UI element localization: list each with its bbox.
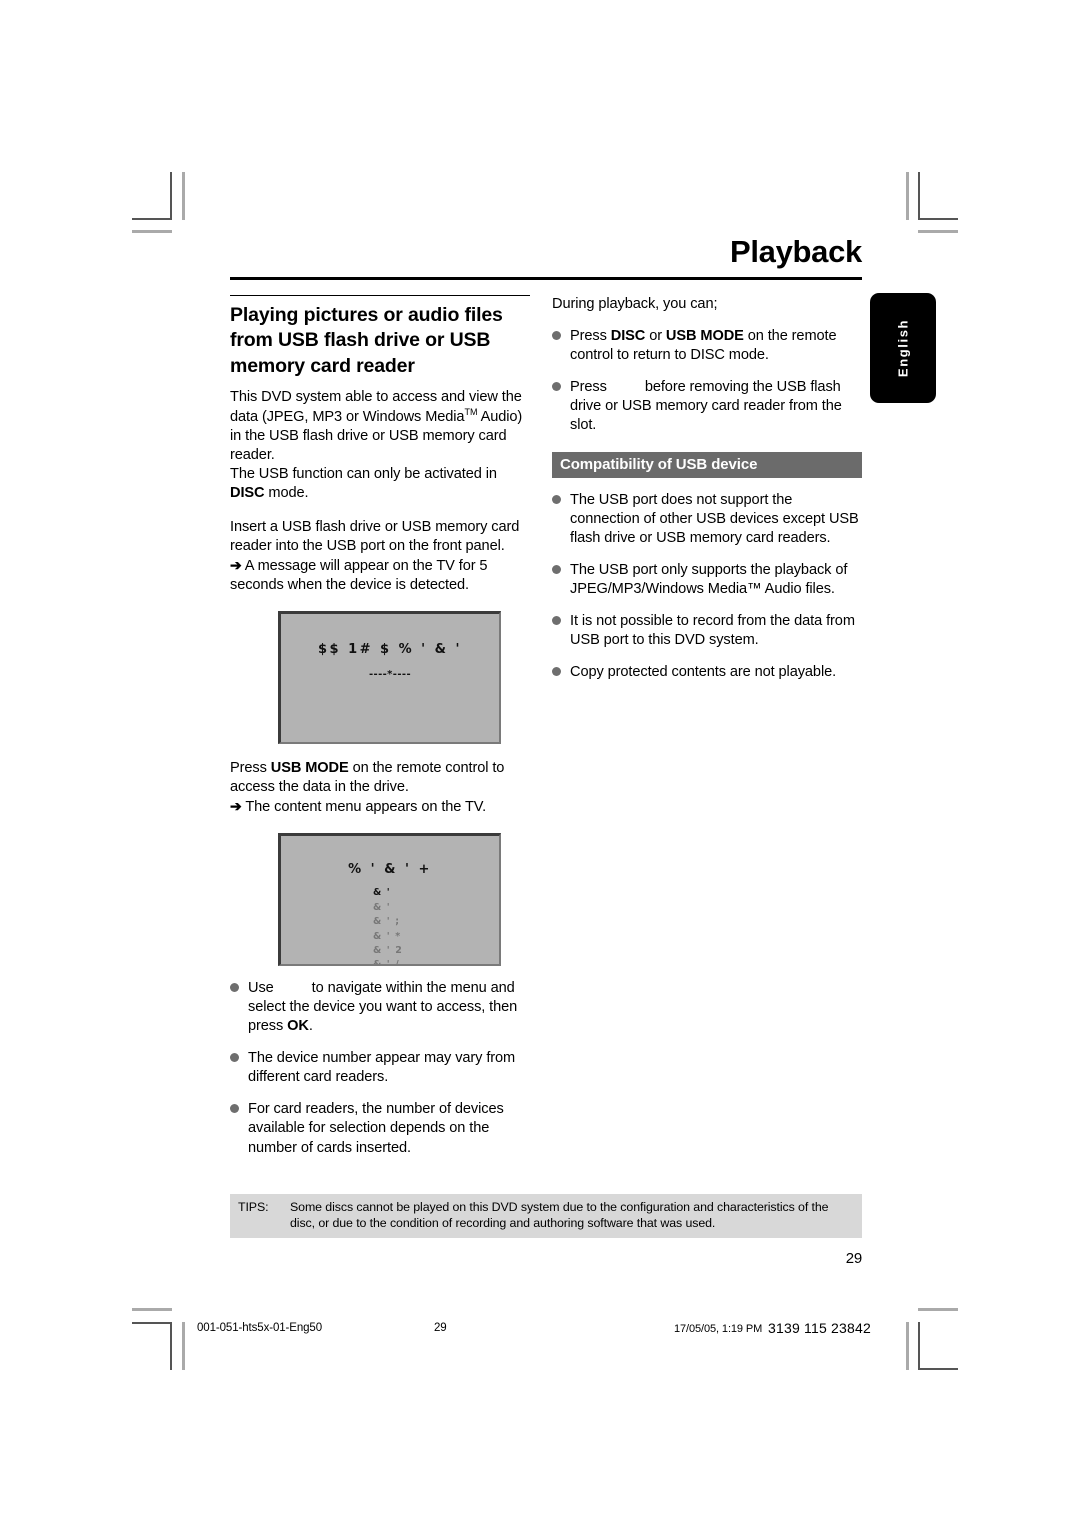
tips-box: TIPS: Some discs cannot be played on thi… (230, 1193, 862, 1238)
tv-screen-content-menu: % ' & ' + & ' & ' & ' ; & ' * & ' 2 & ' … (278, 833, 501, 967)
use-label: Use (248, 980, 274, 997)
slug-file-name: 001-051-hts5x-01-Eng50 (197, 1322, 323, 1334)
slug-timestamp: 17/05/05, 1:19 PM (674, 1323, 763, 1335)
crop-mark-bar (132, 1308, 172, 1311)
right-column: During playback, you can; Press DISC or … (552, 295, 862, 1158)
list-item-text: Press before removing the USB flash drive… (570, 378, 862, 435)
left-column: Playing pictures or audio files from USB… (230, 295, 530, 1158)
list-item: Press DISC or USB MODE on the remote con… (552, 327, 862, 365)
tv-screen-2-list-item: & ' / (373, 959, 400, 967)
crop-mark-line (132, 218, 172, 220)
press-usb-arrow-note: ➔ The content menu appears on the TV. (230, 797, 530, 817)
list-item: Use to navigate within the menu and selec… (230, 979, 530, 1036)
crop-mark-line (918, 172, 920, 220)
tv-screen-2-list-item: & ' (373, 901, 391, 913)
press-usb-text-a: Press (230, 760, 271, 777)
list-item-text: Use to navigate within the menu and selec… (248, 979, 530, 1036)
arrow-icon: ➔ (230, 798, 242, 815)
list-item: The USB port does not support the connec… (552, 491, 862, 548)
tips-label: TIPS: (238, 1199, 269, 1214)
press-usb-paragraph: Press USB MODE on the remote control to … (230, 759, 530, 797)
tv-screen-detect-message: $$ 1# $ % ' & ' ----*---- (278, 611, 501, 745)
bullet-dot-icon (552, 663, 570, 682)
list-item-text: The USB port does not support the connec… (570, 492, 859, 547)
navigate-text-b: . (308, 1018, 313, 1035)
bullet-dot-icon (552, 491, 570, 548)
usb-function-text-a: The USB function can only be activated i… (230, 466, 497, 483)
list-item-text: Copy protected contents are not playable… (570, 664, 837, 681)
list-item: Copy protected contents are not playable… (552, 663, 862, 682)
tv-screen-2-list-item: & ' (373, 887, 391, 899)
trademark-sup: TM (464, 407, 478, 418)
list-item-text: Press DISC or USB MODE on the remote con… (570, 327, 862, 365)
disc-mode-bold: DISC (230, 485, 265, 502)
header-rule (230, 277, 862, 280)
tv-screen-2-list-item: & ' * (373, 930, 402, 942)
crop-mark-bar (182, 172, 185, 220)
insert-paragraph: Insert a USB flash drive or USB memory c… (230, 519, 520, 555)
ok-bold: OK (287, 1018, 309, 1035)
intro-paragraph-2: The USB function can only be activated i… (230, 465, 530, 503)
tv-screen-2-device-list: & ' & ' & ' ; & ' * & ' 2 & ' / $ ' (373, 886, 403, 967)
bullet-dot-icon (552, 327, 570, 365)
bullet-dot-icon (552, 561, 570, 599)
usb-mode-bold: USB MODE (270, 760, 349, 777)
insert-arrow-note: ➔ A message will appear on the TV for 5 … (230, 556, 530, 595)
list-item: It is not possible to record from the da… (552, 612, 862, 650)
slug-page-number: 29 (434, 1322, 447, 1334)
press-label: Press (570, 379, 607, 396)
bullet-dot-icon (230, 1049, 248, 1087)
list-item-text: It is not possible to record from the da… (570, 613, 855, 649)
page-number: 29 (845, 1249, 862, 1267)
tv-screen-1-line-2: ----*---- (368, 669, 412, 681)
list-item: Press before removing the USB flash drive… (552, 378, 862, 435)
before-removing-text: before removing the USB flash drive or U… (570, 379, 842, 434)
crop-mark-line (918, 1368, 958, 1370)
section-rule (230, 295, 530, 296)
tv-screen-2-title: % ' & ' + (348, 862, 432, 878)
usb-mode-bold: USB MODE (665, 328, 744, 345)
usb-function-text-b: mode. (264, 485, 309, 502)
crop-mark-bar (918, 230, 958, 233)
crop-mark-bar (132, 230, 172, 233)
list-item-text: The device number appear may vary from d… (248, 1050, 516, 1086)
tv-screen-2-list-item: & ' 2 (373, 945, 403, 957)
chapter-title: Playback (729, 234, 862, 269)
bullet-dot-icon (230, 979, 248, 1036)
compatibility-heading-bar: Compatibility of USB device (552, 452, 862, 479)
tv-screen-2-list-item: & ' ; (373, 916, 401, 928)
list-item: The device number appear may vary from d… (230, 1049, 530, 1087)
list-item: The USB port only supports the playback … (552, 561, 862, 599)
or-label: or (645, 328, 666, 345)
language-tab-label: English (895, 318, 911, 378)
bullet-dot-icon (552, 612, 570, 650)
crop-mark-line (918, 218, 958, 220)
disc-bold: DISC (610, 328, 646, 345)
crop-mark-bar (906, 172, 909, 220)
tv-screen-1-line-1: $$ 1# $ % ' & ' (317, 642, 463, 658)
crop-mark-line (170, 172, 172, 220)
print-slug: 001-051-hts5x-01-Eng50 29 17/05/05, 1:19… (0, 1316, 1080, 1346)
two-column-layout: Playing pictures or audio files from USB… (230, 295, 862, 1158)
tips-text: Some discs cannot be played on this DVD … (290, 1199, 829, 1231)
press-usb-arrow-note-text: The content menu appears on the TV. (245, 799, 487, 816)
list-item-text: For card readers, the number of devices … (248, 1101, 504, 1156)
bullet-dot-icon (230, 1100, 248, 1157)
insert-arrow-note-text: A message will appear on the TV for 5 se… (230, 558, 488, 594)
during-playback-text: During playback, you can; (552, 296, 718, 312)
arrow-icon: ➔ (230, 557, 242, 574)
intro-paragraph-1: This DVD system able to access and view … (230, 388, 530, 465)
crop-mark-bar (918, 1308, 958, 1311)
slug-document-code: 3139 115 23842 (768, 1320, 871, 1336)
section-title: Playing pictures or audio files from USB… (230, 304, 503, 377)
page-content: Playback Playing pictures or audio files… (230, 236, 862, 1267)
bullet-dot-icon (552, 378, 570, 435)
list-item-text: The USB port only supports the playback … (570, 562, 848, 598)
language-tab: English (870, 293, 936, 403)
list-item: For card readers, the number of devices … (230, 1100, 530, 1157)
press-label: Press (570, 328, 611, 345)
